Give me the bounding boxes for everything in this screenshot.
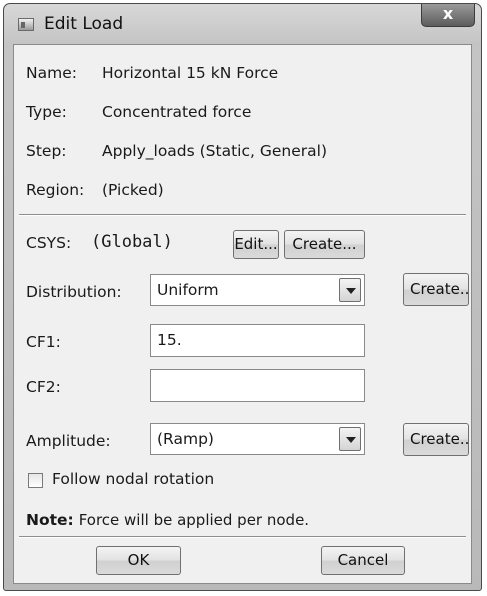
follow-nodal-rotation-label[interactable]: Follow nodal rotation <box>52 470 214 488</box>
window-title: Edit Load <box>44 14 124 34</box>
cf1-field[interactable]: 15. <box>150 324 365 357</box>
separator <box>19 536 466 538</box>
amplitude-create-button[interactable]: Create... <box>403 423 469 456</box>
step-value: Apply_loads (Static, General) <box>102 142 327 160</box>
note: Note: Force will be applied per node. <box>26 511 309 529</box>
type-value: Concentrated force <box>102 103 252 121</box>
dialog-body: Name: Horizontal 15 kN Force Type: Conce… <box>13 44 472 584</box>
chevron-down-icon[interactable] <box>339 278 361 302</box>
follow-nodal-rotation-checkbox[interactable] <box>28 473 43 488</box>
title-bar[interactable]: Edit Load x <box>4 4 481 44</box>
amplitude-value: (Ramp) <box>157 430 214 448</box>
csys-create-button[interactable]: Create... <box>284 230 365 259</box>
csys-value: (Global) <box>91 232 173 252</box>
name-label: Name: <box>26 64 77 82</box>
cf1-value: 15. <box>157 331 182 349</box>
distribution-value: Uniform <box>157 281 219 299</box>
csys-label: CSYS: <box>26 234 72 252</box>
note-label: Note: <box>26 511 74 529</box>
amplitude-select[interactable]: (Ramp) <box>150 423 365 455</box>
region-label: Region: <box>26 181 85 199</box>
chevron-down-icon[interactable] <box>339 427 361 451</box>
cancel-button[interactable]: Cancel <box>321 546 405 575</box>
cf1-label: CF1: <box>26 333 61 351</box>
cf2-field[interactable] <box>150 369 365 402</box>
distribution-select[interactable]: Uniform <box>150 274 365 306</box>
distribution-create-button[interactable]: Create... <box>403 273 469 306</box>
close-button[interactable]: x <box>421 4 475 27</box>
cf2-label: CF2: <box>26 378 61 396</box>
distribution-label: Distribution: <box>26 283 122 301</box>
note-text: Force will be applied per node. <box>78 511 310 529</box>
ok-button[interactable]: OK <box>96 546 181 575</box>
csys-edit-button[interactable]: Edit... <box>233 230 279 259</box>
edit-load-dialog: Edit Load x Name: Horizontal 15 kN Force… <box>3 3 482 591</box>
type-label: Type: <box>26 103 67 121</box>
close-icon: x <box>442 4 454 23</box>
amplitude-label: Amplitude: <box>26 432 111 450</box>
step-label: Step: <box>26 142 67 160</box>
name-value: Horizontal 15 kN Force <box>102 64 279 82</box>
region-value: (Picked) <box>102 181 164 199</box>
app-icon <box>18 18 34 31</box>
separator <box>19 214 466 216</box>
